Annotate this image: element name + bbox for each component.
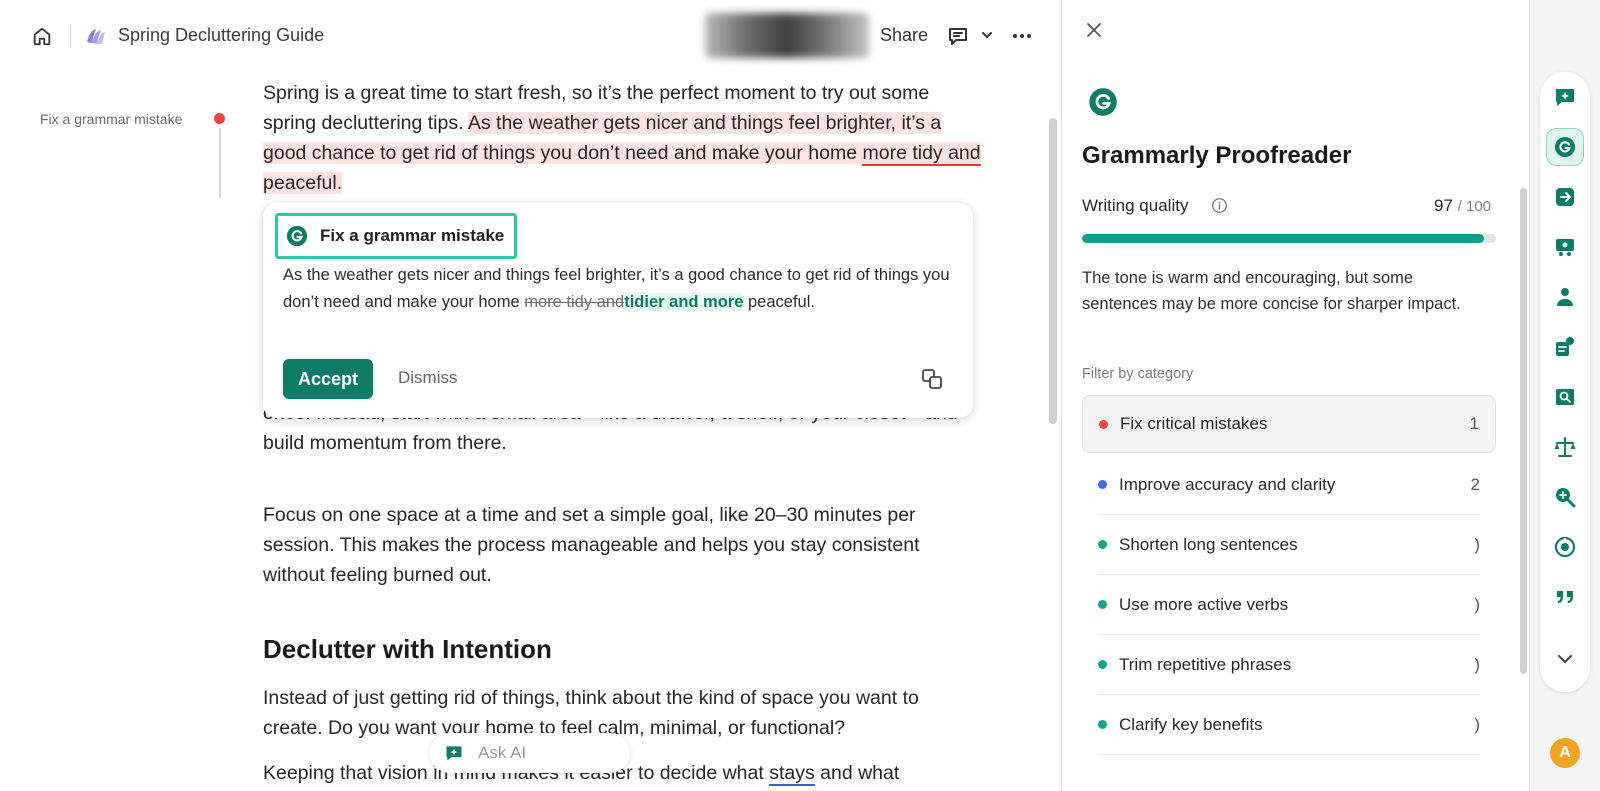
comment-icon[interactable] <box>946 24 970 48</box>
writing-quality-bar <box>1082 234 1496 243</box>
close-icon[interactable] <box>1084 20 1104 40</box>
suggestion-title: Fix a grammar mistake <box>320 226 505 245</box>
category-dot <box>1099 419 1108 429</box>
category-label: Use more active verbs <box>1119 594 1289 614</box>
writing-quality-fill <box>1082 234 1484 243</box>
category-count: ) <box>1474 654 1480 674</box>
suggestion-body: As the weather gets nicer and things fee… <box>283 262 955 316</box>
grammarly-logo-icon <box>1089 88 1117 116</box>
persona-icon[interactable] <box>1546 278 1584 316</box>
category-dot <box>1098 540 1107 549</box>
rewrite-icon[interactable] <box>1546 178 1584 216</box>
margin-issue-line <box>219 128 221 198</box>
paragraph-3[interactable]: Focus on one space at a time and set a s… <box>263 500 983 590</box>
share-button[interactable]: Share <box>880 25 928 46</box>
category-dot <box>1098 600 1107 609</box>
category-count: ) <box>1474 534 1480 554</box>
category-label: Shorten long sentences <box>1119 534 1298 554</box>
home-icon[interactable] <box>30 24 54 48</box>
chevron-down-icon[interactable] <box>1546 640 1584 678</box>
audience-icon[interactable] <box>1546 228 1584 266</box>
paragraph-4[interactable]: Instead of just getting rid of things, t… <box>263 683 983 743</box>
highlight-text: peaceful. <box>263 172 343 194</box>
more-options-icon[interactable] <box>1010 24 1034 48</box>
top-bar: Spring Decluttering Guide Share <box>0 0 1040 70</box>
inserted-text: tidier and more <box>624 293 744 311</box>
category-item[interactable]: Use more active verbs) <box>1098 575 1480 635</box>
dismiss-button[interactable]: Dismiss <box>398 368 458 388</box>
category-count: 2 <box>1470 474 1480 494</box>
document-emoji-icon <box>84 24 108 48</box>
reader-reactions-icon[interactable] <box>1546 328 1584 366</box>
category-label: Improve accuracy and clarity <box>1119 474 1336 494</box>
category-list: Fix critical mistakes 1 Improve accuracy a… <box>1082 395 1496 755</box>
category-label: Clarify key benefits <box>1119 714 1263 734</box>
suggestion-text: peaceful. <box>743 293 815 311</box>
ask-ai-label: Ask AI <box>478 743 527 762</box>
panel-scrollbar[interactable] <box>1520 188 1527 674</box>
chat-sparkle-icon <box>446 746 462 761</box>
user-avatar[interactable]: A <box>1550 738 1580 768</box>
chat-sparkle-icon[interactable] <box>1546 78 1584 116</box>
paragraph-1[interactable]: Spring is a great time to start fresh, s… <box>263 78 983 198</box>
balance-scale-icon[interactable] <box>1546 428 1584 466</box>
ask-ai-button[interactable]: Ask AI <box>430 733 630 773</box>
category-count: 1 <box>1469 414 1479 433</box>
writing-quality-score: 97 / 100 <box>1434 196 1491 216</box>
quote-icon[interactable] <box>1546 578 1584 616</box>
category-dot <box>1098 720 1107 729</box>
info-icon[interactable] <box>1211 197 1228 214</box>
removed-text: more tidy and <box>524 293 625 311</box>
grammar-error-phrase[interactable]: more tidy and <box>862 142 981 166</box>
category-dot <box>1098 480 1107 489</box>
document-scrollbar[interactable] <box>1049 118 1057 424</box>
chevron-down-icon[interactable] <box>980 28 994 42</box>
tone-summary: The tone is warm and encouraging, but so… <box>1082 269 1461 313</box>
panel-title: Grammarly Proofreader <box>1082 142 1352 169</box>
category-item[interactable]: Improve accuracy and clarity 2 <box>1098 455 1480 515</box>
category-count: ) <box>1474 714 1480 734</box>
category-count: ) <box>1474 594 1480 614</box>
category-item[interactable]: Clarify key benefits) <box>1098 695 1480 755</box>
section-heading[interactable]: Declutter with Intention <box>263 634 552 665</box>
category-label: Trim repetitive phrases <box>1119 654 1292 674</box>
category-item[interactable]: Fix critical mistakes 1 <box>1082 395 1496 453</box>
paragraph-text: and what <box>814 762 900 784</box>
proof-reading-icon[interactable] <box>1546 378 1584 416</box>
suggestion-header[interactable]: Fix a grammar mistake <box>275 213 517 259</box>
score-max: / 100 <box>1457 198 1492 215</box>
document-title[interactable]: Spring Decluttering Guide <box>118 25 324 46</box>
score-value: 97 <box>1434 196 1453 215</box>
ai-detector-icon[interactable] <box>1546 528 1584 566</box>
filter-label: Filter by category <box>1082 366 1194 382</box>
category-item[interactable]: Shorten long sentences) <box>1098 515 1480 575</box>
accept-button[interactable]: Accept <box>283 359 373 399</box>
margin-issue-label[interactable]: Fix a grammar mistake <box>40 111 182 127</box>
tool-rail <box>1540 72 1590 692</box>
clarity-flag-word[interactable]: stays <box>769 762 815 786</box>
category-label: Fix critical mistakes <box>1120 414 1268 433</box>
grammarly-g-icon <box>286 225 308 247</box>
category-item[interactable]: Trim repetitive phrases) <box>1098 635 1480 695</box>
writing-quality-label: Writing quality <box>1082 196 1189 215</box>
suggestion-card: Fix a grammar mistake As the weather get… <box>263 203 973 418</box>
grammarly-g-icon[interactable] <box>1546 128 1584 166</box>
copy-icon[interactable] <box>920 367 944 391</box>
margin-issue-dot[interactable] <box>214 113 225 124</box>
proofreader-panel: Grammarly Proofreader Writing quality 97… <box>1061 0 1529 791</box>
search-plus-icon[interactable] <box>1546 478 1584 516</box>
category-dot <box>1098 660 1107 669</box>
toolbar-divider <box>70 24 71 48</box>
collaborator-avatars[interactable] <box>705 13 869 58</box>
